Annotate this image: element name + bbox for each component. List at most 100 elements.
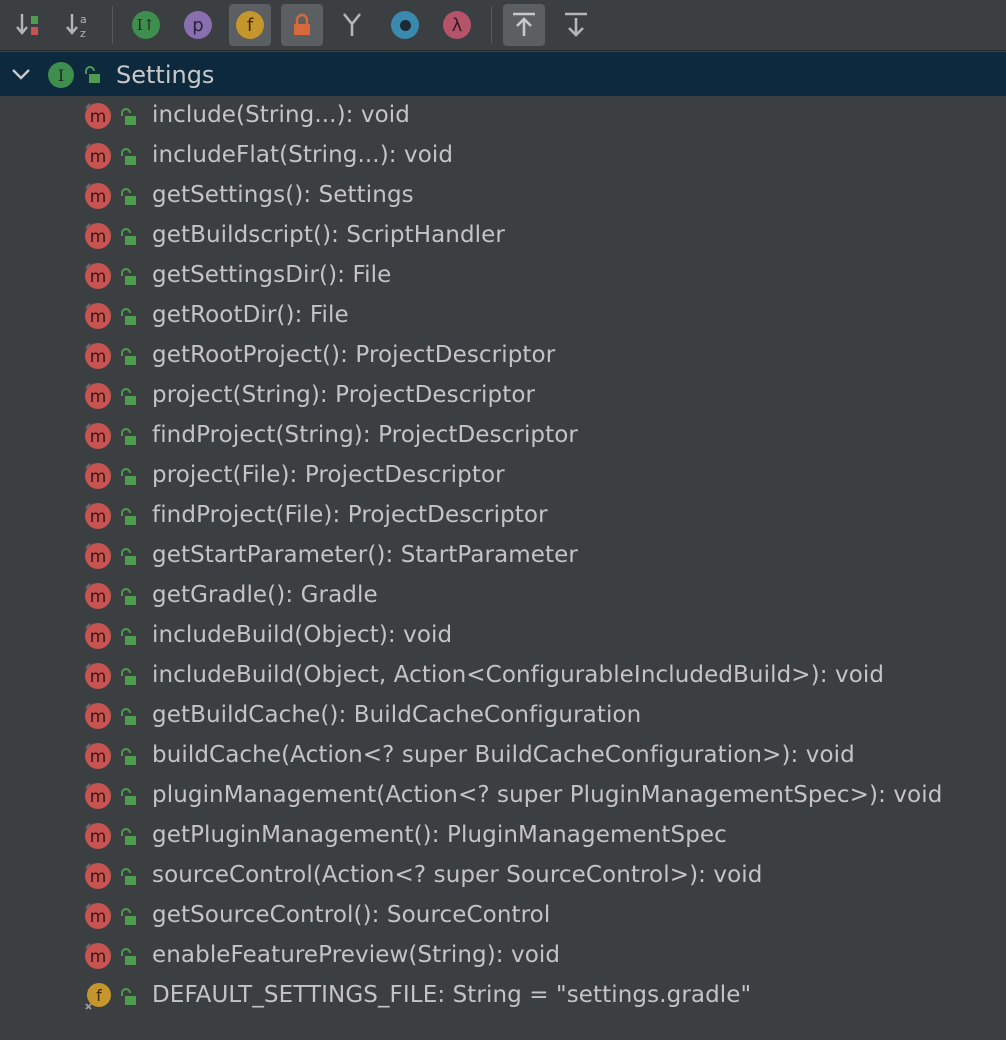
tree-item-method[interactable]: m includeFlat(String...): void <box>0 136 1006 176</box>
autoscroll-from-source-icon <box>565 12 587 37</box>
tree-item-label: getGradle(): Gradle <box>152 582 378 608</box>
public-lock-icon <box>120 428 138 450</box>
show-inherited-button[interactable]: I↑ <box>125 4 167 46</box>
sort-by-visibility-button[interactable] <box>8 4 50 46</box>
method-icon: m <box>84 142 112 170</box>
tree-item-label: project(File): ProjectDescriptor <box>152 462 505 488</box>
tree-item-method[interactable]: m findProject(String): ProjectDescriptor <box>0 416 1006 456</box>
tree-item-label: enableFeaturePreview(String): void <box>152 942 561 968</box>
tree-item-method[interactable]: m getBuildscript(): ScriptHandler <box>0 216 1006 256</box>
tree-item-method[interactable]: m getPluginManagement(): PluginManagement… <box>0 816 1006 856</box>
tree-item-method[interactable]: m project(String): ProjectDescriptor <box>0 376 1006 416</box>
tree-item-method[interactable]: m enableFeaturePreview(String): void <box>0 936 1006 976</box>
svg-text:m: m <box>90 667 107 687</box>
public-lock-icon <box>120 868 138 890</box>
tree-item-method[interactable]: m includeBuild(Object): void <box>0 616 1006 656</box>
autoscroll-from-source-button[interactable] <box>555 4 597 46</box>
method-icon: m <box>84 262 112 290</box>
tree-root-settings[interactable]: I Settings <box>0 52 1006 96</box>
svg-text:m: m <box>90 947 107 967</box>
tree-item-label: getBuildCache(): BuildCacheConfiguration <box>152 702 642 728</box>
svg-text:m: m <box>90 547 107 567</box>
svg-text:m: m <box>90 627 107 647</box>
anonymous-class-icon <box>391 11 419 39</box>
public-lock-icon <box>120 668 138 690</box>
method-icon: m <box>84 342 112 370</box>
svg-text:m: m <box>90 507 107 527</box>
tree-item-method[interactable]: m buildCache(Action<? super BuildCacheCon… <box>0 736 1006 776</box>
svg-text:m: m <box>90 267 107 287</box>
tree-item-method[interactable]: m getRootProject(): ProjectDescriptor <box>0 336 1006 376</box>
tree-item-label: getBuildscript(): ScriptHandler <box>152 222 505 248</box>
method-icon: m <box>84 582 112 610</box>
method-icon: m <box>84 902 112 930</box>
svg-text:f: f <box>96 986 102 1005</box>
toolbar-separator <box>491 6 492 44</box>
tree-item-method[interactable]: m getSettings(): Settings <box>0 176 1006 216</box>
method-icon: m <box>84 382 112 410</box>
svg-text:z: z <box>80 27 86 40</box>
svg-text:m: m <box>90 747 107 767</box>
public-lock-icon <box>120 508 138 530</box>
tree-item-label: getStartParameter(): StartParameter <box>152 542 578 568</box>
svg-text:m: m <box>90 147 107 167</box>
method-icon: m <box>84 662 112 690</box>
show-anonymous-classes-button[interactable] <box>384 4 426 46</box>
sort-by-visibility-icon <box>16 14 38 35</box>
tree-item-label: includeFlat(String...): void <box>152 142 454 168</box>
field-icon: f <box>236 11 264 39</box>
toolbar-separator <box>112 6 113 44</box>
public-lock-icon <box>120 708 138 730</box>
structure-toolbar: a z I↑ p f λ <box>0 0 1006 51</box>
lambda-icon: λ <box>443 11 471 39</box>
inherited-icon: I↑ <box>132 11 160 39</box>
tree-item-label: getPluginManagement(): PluginManagementS… <box>152 822 727 848</box>
autoscroll-to-source-button[interactable] <box>503 4 545 46</box>
public-lock-icon <box>120 908 138 930</box>
tree-item-method[interactable]: m getBuildCache(): BuildCacheConfiguratio… <box>0 696 1006 736</box>
tree-item-field[interactable]: f DEFAULT_SETTINGS_FILE: String = "settin… <box>0 976 1006 1016</box>
sort-alphabetically-icon: a z <box>66 13 87 40</box>
show-non-public-button[interactable] <box>281 4 323 46</box>
tree-item-label: getRootProject(): ProjectDescriptor <box>152 342 556 368</box>
public-lock-icon <box>120 108 138 130</box>
public-lock-icon <box>120 468 138 490</box>
public-lock-icon <box>120 588 138 610</box>
show-properties-button[interactable]: p <box>177 4 219 46</box>
tree-item-method[interactable]: m findProject(File): ProjectDescriptor <box>0 496 1006 536</box>
svg-text:m: m <box>90 227 107 247</box>
show-lambdas-button[interactable]: λ <box>436 4 478 46</box>
interface-icon: I <box>48 62 74 88</box>
tree-item-label: include(String...): void <box>152 102 410 128</box>
svg-text:m: m <box>90 587 107 607</box>
show-fields-button[interactable]: f <box>229 4 271 46</box>
chevron-down-icon[interactable] <box>10 64 32 84</box>
method-icon: m <box>84 502 112 530</box>
lock-icon <box>294 13 310 35</box>
tree-item-method[interactable]: m getSourceControl(): SourceControl <box>0 896 1006 936</box>
tree-item-method[interactable]: m includeBuild(Object, Action<Configurabl… <box>0 656 1006 696</box>
tree-item-method[interactable]: m pluginManagement(Action<? super PluginM… <box>0 776 1006 816</box>
svg-text:m: m <box>90 467 107 487</box>
method-icon: m <box>84 422 112 450</box>
method-icon: m <box>84 702 112 730</box>
tree-item-method[interactable]: m sourceControl(Action<? super SourceCont… <box>0 856 1006 896</box>
public-lock-icon <box>120 348 138 370</box>
hierarchy-icon <box>342 13 362 36</box>
tree-item-method[interactable]: m getRootDir(): File <box>0 296 1006 336</box>
sort-alphabetically-button[interactable]: a z <box>58 4 100 46</box>
tree-item-label: project(String): ProjectDescriptor <box>152 382 536 408</box>
method-icon: m <box>84 822 112 850</box>
tree-item-method[interactable]: m include(String...): void <box>0 96 1006 136</box>
svg-text:m: m <box>90 387 107 407</box>
tree-item-method[interactable]: m getStartParameter(): StartParameter <box>0 536 1006 576</box>
svg-text:m: m <box>90 707 107 727</box>
tree-item-method[interactable]: m project(File): ProjectDescriptor <box>0 456 1006 496</box>
public-lock-icon <box>120 548 138 570</box>
tree-item-method[interactable]: m getGradle(): Gradle <box>0 576 1006 616</box>
svg-text:m: m <box>90 347 107 367</box>
show-inherited-hierarchy-button[interactable] <box>331 4 373 46</box>
public-lock-icon <box>120 788 138 810</box>
tree-item-method[interactable]: m getSettingsDir(): File <box>0 256 1006 296</box>
tree-item-label: includeBuild(Object, Action<Configurable… <box>152 662 885 688</box>
